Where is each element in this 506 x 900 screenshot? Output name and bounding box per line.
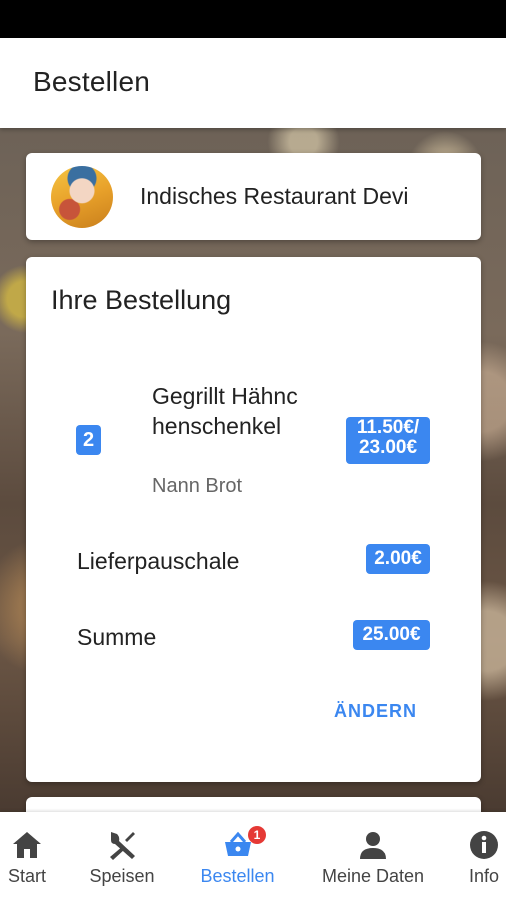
home-icon <box>13 832 41 858</box>
app-bar: Bestellen <box>0 38 506 128</box>
nav-speisen-label: Speisen <box>89 866 155 886</box>
nav-meine-daten[interactable]: Meine Daten <box>312 812 434 900</box>
status-bar <box>0 0 506 38</box>
item-total-price: 23.00€ <box>358 437 418 458</box>
bottom-navigation: Start Speisen 1 Bestellen Meine Daten In… <box>0 812 506 900</box>
delivery-fee-label: Lieferpauschale <box>77 548 240 574</box>
sum-label: Summe <box>77 624 157 650</box>
nav-info[interactable]: Info <box>458 812 506 900</box>
page-title: Bestellen <box>33 66 150 97</box>
utensils-icon <box>110 832 135 860</box>
quantity-badge: 2 <box>76 425 101 455</box>
sum-price: 25.00€ <box>353 620 430 650</box>
nav-bestellen[interactable]: 1 Bestellen <box>190 812 285 900</box>
nav-start[interactable]: Start <box>0 812 54 900</box>
nav-bestellen-label: Bestellen <box>200 866 275 886</box>
nav-speisen[interactable]: Speisen <box>82 812 162 900</box>
delivery-fee-price: 2.00€ <box>366 544 430 574</box>
nav-start-label: Start <box>7 866 46 886</box>
nav-info-label: Info <box>468 866 500 886</box>
restaurant-card[interactable]: Indisches Restaurant Devi <box>26 153 481 240</box>
restaurant-avatar <box>51 166 113 228</box>
order-title: Ihre Bestellung <box>51 285 232 315</box>
cart-count-badge: 1 <box>248 826 266 844</box>
item-extra: Nann Brot <box>152 475 243 497</box>
item-unit-price: 11.50€/ <box>356 417 420 438</box>
item-name: Gegrillt Hähnchenschenkel <box>152 383 298 439</box>
person-icon <box>360 832 386 859</box>
order-card: Ihre Bestellung 2 Gegrillt Hähnchenschen… <box>26 257 481 782</box>
info-icon <box>470 831 498 859</box>
nav-meine-daten-label: Meine Daten <box>321 866 425 886</box>
restaurant-name: Indisches Restaurant Devi <box>140 183 409 209</box>
item-price-badge: 11.50€/ 23.00€ <box>346 417 430 464</box>
change-order-button[interactable]: ÄNDERN <box>334 701 417 722</box>
